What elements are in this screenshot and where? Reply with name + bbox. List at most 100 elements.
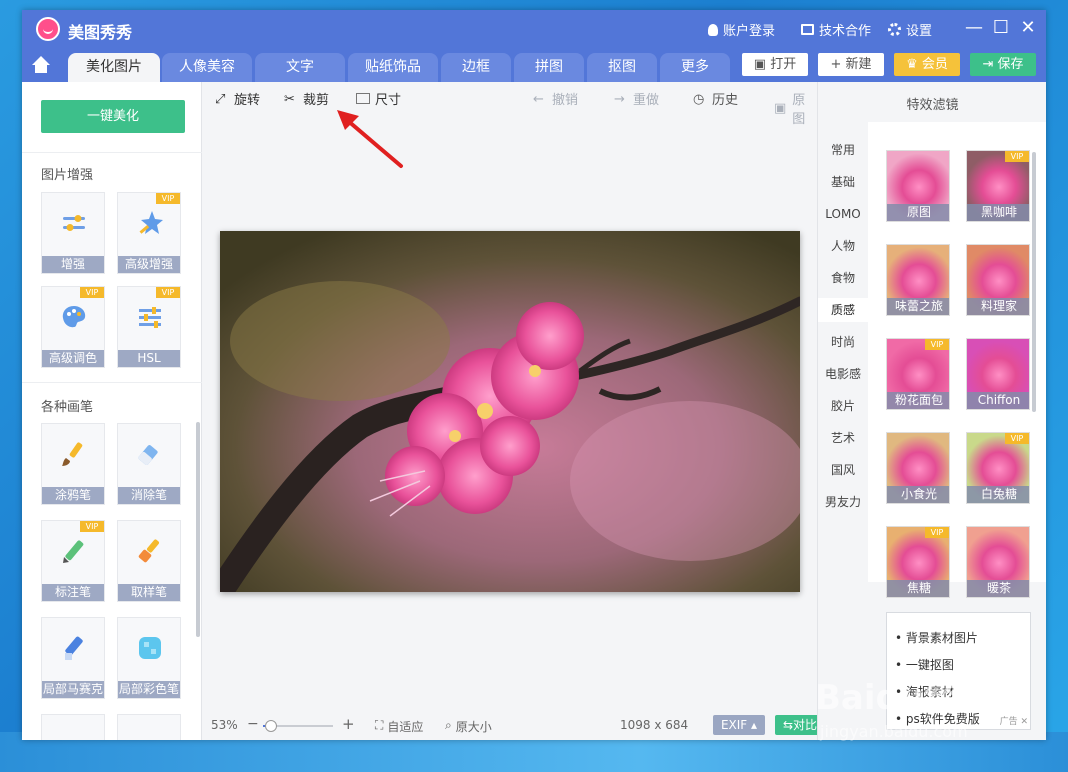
tab-text[interactable]: 文字 bbox=[255, 53, 345, 82]
close-button[interactable]: ✕ bbox=[1017, 17, 1039, 39]
filter-category[interactable]: LOMO bbox=[818, 202, 868, 226]
zoom-slider-knob[interactable] bbox=[265, 720, 278, 732]
tool-label: 涂鸦笔 bbox=[42, 487, 104, 504]
tool-label: 标注笔 bbox=[42, 584, 104, 601]
tool-label: 取样笔 bbox=[118, 584, 180, 601]
filter-category[interactable]: 人物 bbox=[818, 234, 868, 258]
filter-category[interactable]: 男友力 bbox=[818, 490, 868, 514]
eraser-icon bbox=[138, 445, 158, 465]
settings-link[interactable]: 设置 bbox=[888, 20, 932, 39]
filter-thumbnail[interactable]: 原图 bbox=[886, 150, 950, 222]
left-scrollbar[interactable] bbox=[196, 422, 200, 637]
divider bbox=[22, 152, 202, 153]
filter-label: 白兔糖 bbox=[967, 486, 1029, 503]
tool-eraser-pen[interactable]: 消除笔 bbox=[117, 423, 181, 505]
tab-more[interactable]: 更多 bbox=[660, 53, 730, 82]
tool-label: 高级调色 bbox=[42, 350, 104, 367]
canvas-area: ⤢ 旋转 ✂ 裁剪 尺寸 ← 撤销 → 重做 ◷ 历史 ▣ 原图 53% − +… bbox=[203, 82, 825, 740]
tool-card-partial[interactable] bbox=[41, 714, 105, 740]
filter-thumbnail[interactable]: VIP 白兔糖 bbox=[966, 432, 1030, 504]
filter-scrollbar[interactable] bbox=[1032, 152, 1036, 412]
filter-thumbnail[interactable]: 味蕾之旅 bbox=[886, 244, 950, 316]
filter-label: 黑咖啡 bbox=[967, 204, 1029, 221]
tool-color-pen[interactable]: 局部彩色笔 bbox=[117, 617, 181, 699]
filter-thumbnail[interactable]: VIP 黑咖啡 bbox=[966, 150, 1030, 222]
tool-advanced-color[interactable]: VIP 高级调色 bbox=[41, 286, 105, 368]
vip-badge: VIP bbox=[156, 193, 180, 204]
undo-arrow-icon: ← bbox=[533, 91, 544, 107]
filter-label: 暖茶 bbox=[967, 580, 1029, 597]
tool-mosaic-pen[interactable]: 局部马赛克 bbox=[41, 617, 105, 699]
edited-photo[interactable] bbox=[220, 231, 800, 592]
redo-button[interactable]: → 重做 bbox=[614, 89, 659, 109]
tool-enhance[interactable]: 增强 bbox=[41, 192, 105, 274]
crop-button[interactable]: ✂ 裁剪 bbox=[284, 89, 329, 109]
undo-button[interactable]: ← 撤销 bbox=[533, 89, 578, 109]
filter-label: Chiffon bbox=[967, 392, 1029, 409]
filter-thumbnail[interactable]: 料理家 bbox=[966, 244, 1030, 316]
filter-category[interactable]: 质感 bbox=[818, 298, 868, 322]
filter-category[interactable]: 食物 bbox=[818, 266, 868, 290]
tool-doodle-pen[interactable]: 涂鸦笔 bbox=[41, 423, 105, 505]
hsl-sliders-icon bbox=[139, 307, 161, 328]
one-click-beautify-button[interactable]: 一键美化 bbox=[41, 100, 185, 133]
home-icon[interactable] bbox=[30, 55, 54, 79]
filter-thumbnail[interactable]: VIP 粉花面包 bbox=[886, 338, 950, 410]
ad-link[interactable]: • 背景素材图片 bbox=[895, 629, 978, 646]
tab-cutout[interactable]: 抠图 bbox=[587, 53, 657, 82]
minimize-button[interactable]: — bbox=[963, 17, 985, 39]
main-tab-bar: 美化图片 人像美容 文字 贴纸饰品 边框 拼图 抠图 更多 ▣ 打开 + 新建 … bbox=[22, 47, 1046, 82]
filter-category[interactable]: 艺术 bbox=[818, 426, 868, 450]
filter-thumbnail[interactable]: Chiffon bbox=[966, 338, 1030, 410]
filter-thumbnail[interactable]: VIP 焦糖 bbox=[886, 526, 950, 598]
open-button[interactable]: ▣ 打开 bbox=[742, 53, 808, 76]
maximize-button[interactable]: ☐ bbox=[990, 17, 1012, 39]
tab-beautify[interactable]: 美化图片 bbox=[68, 53, 160, 82]
app-window: 美图秀秀 账户登录 技术合作 设置 — ☐ ✕ 美化图片 人像美容 文字 贴纸饰… bbox=[22, 10, 1046, 740]
history-button[interactable]: ◷ 历史 bbox=[693, 89, 738, 109]
tool-advanced-enhance[interactable]: VIP 高级增强 bbox=[117, 192, 181, 274]
zoom-in-button[interactable]: + bbox=[342, 715, 355, 733]
tab-collage[interactable]: 拼图 bbox=[514, 53, 584, 82]
tool-card-partial[interactable] bbox=[117, 714, 181, 740]
filter-label: 小食光 bbox=[887, 486, 949, 503]
account-login-link[interactable]: 账户登录 bbox=[708, 20, 775, 39]
tool-label: 局部马赛克 bbox=[42, 681, 104, 698]
filter-category[interactable]: 常用 bbox=[818, 138, 868, 162]
filter-thumbnail[interactable]: 暖茶 bbox=[966, 526, 1030, 598]
tool-hsl[interactable]: VIP HSL bbox=[117, 286, 181, 368]
vip-button[interactable]: ♛ 会员 bbox=[894, 53, 960, 76]
save-button[interactable]: ⇥ 保存 bbox=[970, 53, 1036, 76]
filter-category[interactable]: 时尚 bbox=[818, 330, 868, 354]
magic-wand-icon bbox=[139, 211, 163, 234]
tab-stickers[interactable]: 贴纸饰品 bbox=[348, 53, 438, 82]
tech-cooperation-link[interactable]: 技术合作 bbox=[801, 20, 871, 39]
filter-grid: 原图 VIP 黑咖啡味蕾之旅 料理家 VIP 粉花面包 Chiffon 小食光 VIP 白兔糖 VI… bbox=[868, 122, 1046, 598]
sliders-icon bbox=[63, 215, 85, 231]
ad-tag[interactable]: 广告 ✕ bbox=[1000, 714, 1028, 727]
tool-marker-pen[interactable]: VIP 标注笔 bbox=[41, 520, 105, 602]
export-icon: ⇥ bbox=[982, 57, 998, 72]
tab-frame[interactable]: 边框 bbox=[441, 53, 511, 82]
zoom-out-button[interactable]: − bbox=[247, 716, 259, 732]
filter-thumbnail[interactable]: 小食光 bbox=[886, 432, 950, 504]
filter-category[interactable]: 胶片 bbox=[818, 394, 868, 418]
fit-window-button[interactable]: ⛶ 自适应 bbox=[375, 718, 423, 735]
filter-label: 味蕾之旅 bbox=[887, 298, 949, 315]
filter-category[interactable]: 国风 bbox=[818, 458, 868, 482]
tool-sample-pen[interactable]: 取样笔 bbox=[117, 520, 181, 602]
caret-up-icon: ▴ bbox=[751, 718, 758, 732]
rotate-button[interactable]: ⤢ 旋转 bbox=[215, 89, 260, 109]
zoom-slider[interactable] bbox=[263, 720, 333, 732]
tab-portrait[interactable]: 人像美容 bbox=[162, 53, 252, 82]
actual-size-button[interactable]: ⌕ 原大小 bbox=[445, 718, 492, 735]
palette-icon bbox=[62, 306, 86, 328]
exif-button[interactable]: EXIF ▴ bbox=[713, 715, 765, 735]
zoom-percent: 53% bbox=[211, 718, 238, 732]
filter-category[interactable]: 电影感 bbox=[818, 362, 868, 386]
filter-category[interactable]: 基础 bbox=[818, 170, 868, 194]
plum-blossom-image bbox=[220, 231, 800, 592]
original-button[interactable]: ▣ 原图 bbox=[774, 89, 817, 127]
new-button[interactable]: + 新建 bbox=[818, 53, 884, 76]
settings-label: 设置 bbox=[906, 24, 933, 39]
